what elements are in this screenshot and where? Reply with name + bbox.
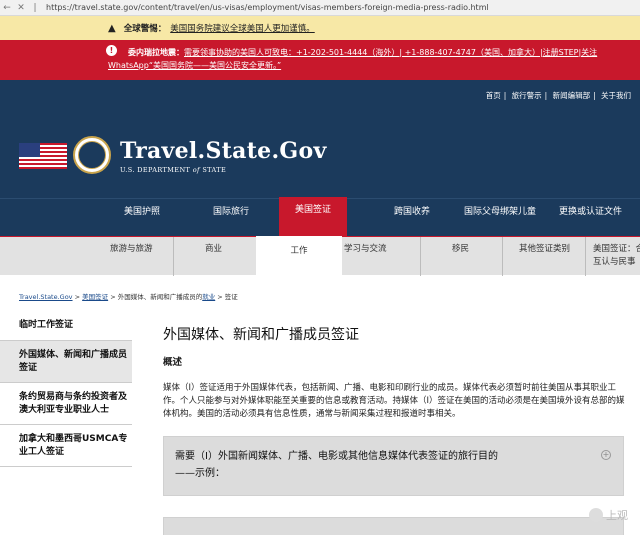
breadcrumb-home[interactable]: Travel.State.Gov xyxy=(19,293,73,301)
subnav-business[interactable]: 商业 xyxy=(205,242,222,254)
subnav-employment[interactable]: 工作 xyxy=(256,236,342,276)
subnav-immigration[interactable]: 移民 xyxy=(452,242,469,254)
global-alert-label: 全球警惕： xyxy=(123,24,167,34)
accordion-title: 需要（I）外国新闻媒体、广播、电影或其他信息媒体代表签证的旅行目的 xyxy=(175,451,498,462)
tab-separator: | xyxy=(33,2,37,13)
sidebar-item-treaty-traders[interactable]: 条约贸易商与条约投资者及澳大利亚专业职业人士 xyxy=(0,383,132,425)
global-alert: ▲ 全球警惕： 美国国务院建议全球美国人更加谨慎。 xyxy=(0,16,640,40)
top-links: 首页 | 旅行警示 | 新闻编辑部 | 关于我们 xyxy=(485,91,631,100)
global-alert-link[interactable]: 美国国务院建议全球美国人更加谨慎。 xyxy=(170,22,315,34)
exclamation-icon: ! xyxy=(106,45,117,56)
main-content: 外国媒体、新闻和广播成员签证 概述 媒体（I）签证适用于外国媒体代表，包括新闻、… xyxy=(163,324,628,421)
accordion-travel-purposes[interactable]: 需要（I）外国新闻媒体、广播、电影或其他信息媒体代表签证的旅行目的 ——示例： + xyxy=(163,436,624,496)
whatsapp-link[interactable]: WhatsApp“美国国务院——美国公民安全更新。” xyxy=(108,61,281,70)
page-title: 外国媒体、新闻和广播成员签证 xyxy=(163,327,359,343)
divider xyxy=(173,237,174,276)
venezuela-alert-link[interactable]: 需要领事协助的美国人可致电：+1-202-501-4444（海外）| +1-88… xyxy=(184,48,597,57)
nav-intercountry-adoption[interactable]: 跨国收养 xyxy=(394,199,430,237)
breadcrumb-employment[interactable]: 就业 xyxy=(202,293,215,301)
accordion-subtitle: ——示例： xyxy=(175,468,225,479)
sidebar-item-media-visa[interactable]: 外国媒体、新闻和广播成员签证 xyxy=(0,341,132,383)
top-link-travel-advisories[interactable]: 旅行警示 xyxy=(512,91,542,100)
sub-nav: 旅游与旅游 商业 工作 学习与交流 移民 其他签证类别 美国签证：合 互认与民事 xyxy=(0,236,640,276)
us-flag-icon xyxy=(19,143,67,169)
divider xyxy=(420,237,421,276)
url-field[interactable]: https://travel.state.gov/content/travel/… xyxy=(46,3,489,12)
close-icon[interactable]: ✕ xyxy=(14,3,28,13)
watermark: 上观 xyxy=(589,507,628,523)
sidebar: 临时工作签证 外国媒体、新闻和广播成员签证 条约贸易商与条约投资者及澳大利亚专业… xyxy=(0,311,132,467)
subnav-study-exchange[interactable]: 学习与交流 xyxy=(344,242,387,254)
watermark-logo-icon xyxy=(589,508,603,522)
subnav-tourism[interactable]: 旅游与旅游 xyxy=(110,242,153,254)
nav-us-visas[interactable]: 美国签证 xyxy=(279,197,348,237)
sidebar-item-temporary-work[interactable]: 临时工作签证 xyxy=(0,311,132,341)
warning-icon: ▲ xyxy=(108,22,116,34)
nav-us-passports[interactable]: 美国护照 xyxy=(124,199,160,237)
main-nav: 美国护照 国际旅行 美国签证 跨国收养 国际父母绑架儿童 更换或认证文件 xyxy=(0,197,640,237)
top-link-about[interactable]: 关于我们 xyxy=(601,91,631,100)
back-arrow-icon[interactable]: ← xyxy=(0,3,14,13)
site-subtitle: U.S. DEPARTMENT of STATE xyxy=(120,166,227,174)
divider xyxy=(585,237,586,276)
state-department-seal-icon xyxy=(73,136,111,174)
overview-heading: 概述 xyxy=(163,357,183,368)
subnav-other-visa[interactable]: 其他签证类别 xyxy=(519,242,570,254)
sidebar-item-usmca[interactable]: 加拿大和墨西哥USMCA专业工人签证 xyxy=(0,425,132,467)
venezuela-alert: ! 委内瑞拉地震：需要领事协助的美国人可致电：+1-202-501-4444（海… xyxy=(0,40,640,80)
venezuela-alert-label: 委内瑞拉地震： xyxy=(128,48,184,57)
accordion-next[interactable] xyxy=(163,517,624,535)
top-link-newsroom[interactable]: 新闻编辑部 xyxy=(553,91,591,100)
top-link-home[interactable]: 首页 xyxy=(486,91,501,100)
divider xyxy=(502,237,503,276)
breadcrumb: Travel.State.Gov > 美国签证 > 外国媒体、新闻和广播成员的就… xyxy=(19,293,238,301)
nav-replace-documents[interactable]: 更换或认证文件 xyxy=(559,199,622,237)
browser-bar: ← ✕ | https://travel.state.gov/content/t… xyxy=(0,0,640,16)
page: ← ✕ | https://travel.state.gov/content/t… xyxy=(0,0,640,535)
subnav-us-visas-more[interactable]: 美国签证：合 xyxy=(593,242,640,254)
overview-paragraph: 媒体（I）签证适用于外国媒体代表，包括新闻、广播、电影和印刷行业的成员。媒体代表… xyxy=(163,383,625,419)
nav-child-abduction[interactable]: 国际父母绑架儿童 xyxy=(464,199,536,237)
site-logo[interactable]: Travel.State.Gov xyxy=(120,138,327,164)
site-header: 首页 | 旅行警示 | 新闻编辑部 | 关于我们 Travel.State.Gov U… xyxy=(0,80,640,198)
breadcrumb-visas[interactable]: 美国签证 xyxy=(82,293,108,301)
subnav-reciprocity[interactable]: 互认与民事 xyxy=(593,255,636,267)
nav-international-travel[interactable]: 国际旅行 xyxy=(213,199,249,237)
plus-circle-icon[interactable]: + xyxy=(601,450,611,460)
